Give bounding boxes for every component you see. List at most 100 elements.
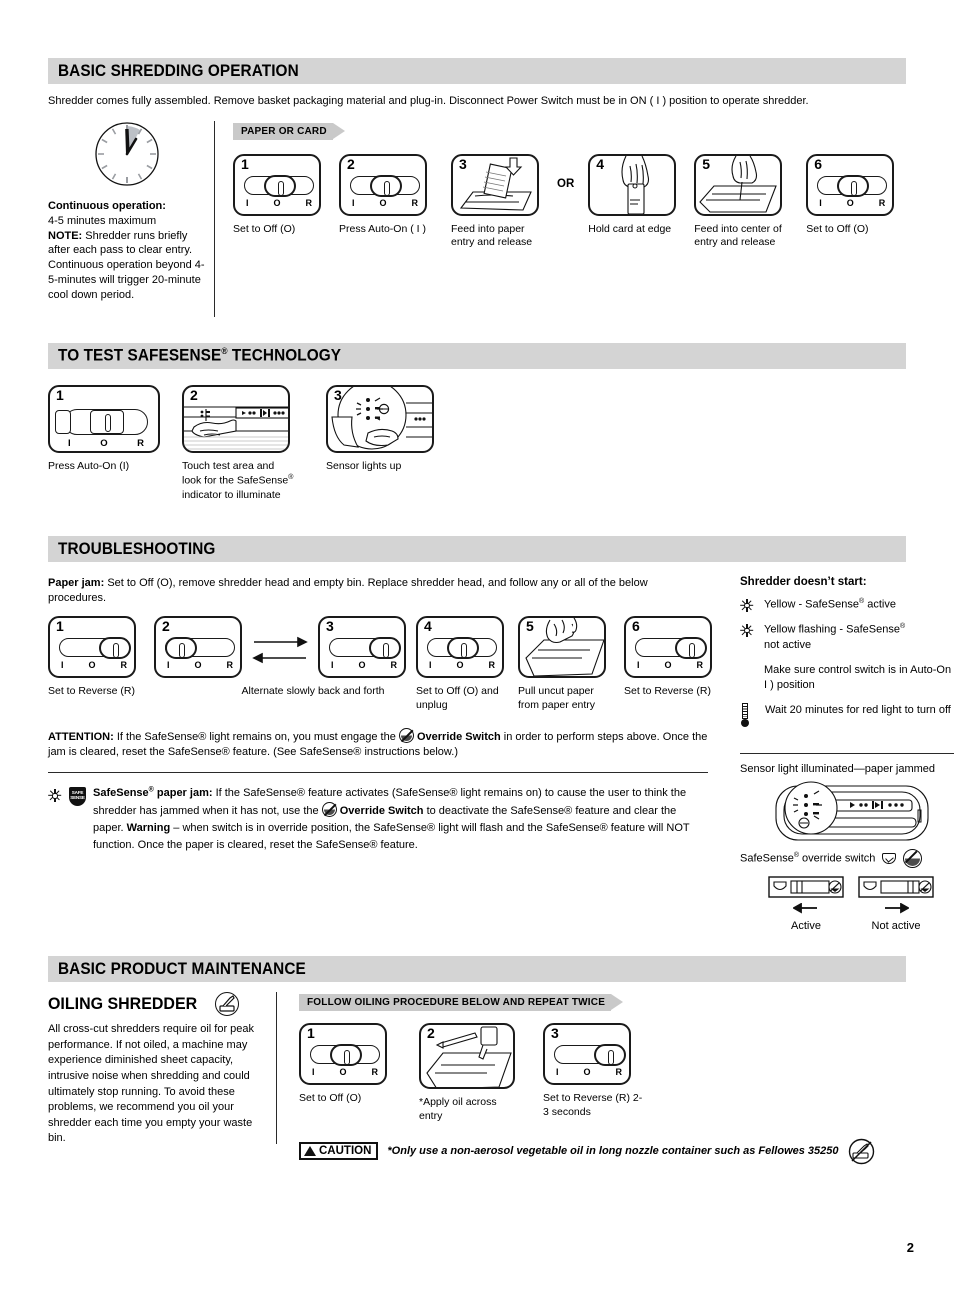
override-active-state: Active [768, 876, 844, 934]
step-number: 4 [424, 617, 432, 634]
step-caption: *Apply oil across entry [419, 1096, 497, 1122]
switch-knob[interactable] [369, 636, 401, 659]
safesense-jam-override: Override Switch [339, 804, 424, 817]
power-switch-graphic[interactable]: 4 I O R [416, 615, 504, 678]
section-title-shredding: BASIC SHREDDING OPERATION [58, 61, 299, 80]
switch-knob[interactable] [330, 1044, 362, 1067]
power-switch-graphic[interactable]: 3 I O R [318, 615, 406, 678]
troubleshooting-step-5: 5 Pull uncut paper from paper entry [518, 615, 614, 712]
step-caption: Press Auto-On (I) [48, 459, 130, 472]
oiling-step-3: 3 I O R Set to Reverse (R) 2-3 seconds [543, 1023, 643, 1123]
switch-knob[interactable] [90, 409, 124, 434]
feed-paper-illustration: 3 [451, 153, 539, 216]
switch-knob[interactable] [837, 174, 870, 197]
switch-labels: I O R [352, 198, 418, 208]
warning-word: Warning [126, 822, 171, 835]
switch-knob[interactable] [675, 636, 707, 659]
power-switch-graphic[interactable]: 1 I O R [233, 153, 321, 216]
shredding-step-1: 1 I O R Set to Off (O) [233, 153, 325, 237]
caution-badge: CAUTION [299, 1142, 379, 1160]
switch-label-r: R [696, 659, 704, 670]
switch-label-i: I [429, 659, 432, 670]
switch-label-r: R [371, 1067, 379, 1078]
continuous-operation-line1: 4-5 minutes maximum [48, 214, 157, 227]
safesense-jam-label: SafeSense® paper jam: [93, 786, 213, 799]
switch-knob[interactable] [594, 1044, 626, 1067]
section-header-safesense-test: TO TEST SAFESENSE® TECHNOLOGY [48, 342, 906, 369]
safesense-shield-outline-icon [882, 853, 897, 865]
step-caption: Set to Off (O) [806, 222, 869, 235]
troubleshooting-step-4: 4 I O R Set to Off (O) and unplug [416, 615, 508, 712]
power-switch-graphic[interactable]: 6 I O R [624, 615, 712, 678]
step-caption: Set to Off (O) [299, 1092, 362, 1105]
switch-label-i: I [819, 197, 822, 208]
switch-label-o: O [846, 197, 854, 208]
switch-track [554, 1044, 626, 1067]
switch-knob[interactable] [264, 174, 296, 197]
step-caption: Set to Off (O) and unplug [416, 684, 499, 711]
switch-knob[interactable] [447, 636, 479, 659]
touch-test-illustration: 2 [182, 384, 290, 453]
switch-label-i: I [556, 1067, 559, 1078]
caution-row: CAUTION *Only use a non-aerosol vegetabl… [299, 1138, 906, 1165]
step-caption: Feed into paper entry and release [451, 222, 533, 249]
power-switch-graphic[interactable]: 3 I O R [543, 1023, 631, 1086]
switch-label-r: R [305, 197, 313, 208]
switch-knob[interactable] [165, 636, 197, 659]
step-number: 2 [162, 617, 170, 634]
switch-label-r: R [411, 197, 419, 208]
switch-labels: I O R [167, 660, 233, 670]
power-switch-graphic[interactable]: 2 I O R [154, 615, 242, 678]
switch-label-i: I [312, 1067, 315, 1078]
safesense-step-3: 3 Sensor lights up [326, 384, 436, 502]
sensor-light-illustration: 3 [326, 384, 434, 453]
switch-knob[interactable] [99, 636, 131, 659]
power-switch-graphic[interactable]: 2 I O R [339, 153, 427, 216]
switch-labels: I O R [61, 660, 127, 670]
switch-track [635, 636, 707, 659]
safesense-step-2: 2 Touch test area and look for the SafeS… [182, 384, 304, 502]
step-caption: Feed into center of entry and release [694, 222, 782, 249]
sensor-panel-caption: Sensor light illuminated—paper jammed [740, 762, 936, 775]
override-switch-label: SafeSense® override switch [740, 852, 876, 865]
shredding-step-5: 5 Feed into center of entry and release [694, 153, 792, 250]
safesense-step-1: 1 I O R Press Auto-On (I) [48, 384, 160, 502]
step-number: 5 [702, 155, 711, 172]
troubleshooting-step-6: 6 I O R Set to Reverse (R) [624, 615, 720, 699]
step-number: 1 [241, 155, 249, 172]
switch-label-r: R [390, 659, 398, 670]
continuous-operation-text: Continuous operation: 4-5 minutes maximu… [48, 199, 206, 303]
oiling-shredder-block: OILING SHREDDER All cross-cut shredders … [48, 992, 266, 1164]
step-number: 5 [526, 617, 534, 634]
note-label: NOTE: [48, 229, 83, 242]
switch-label-o: O [664, 659, 672, 670]
step-caption: Touch test area and look for the SafeSens… [182, 459, 294, 501]
oiling-step-1: 1 I O R Set to Off (O) [299, 1023, 391, 1123]
power-switch-graphic[interactable]: 6 I O R [806, 153, 895, 216]
oiling-procedure-banner: FOLLOW OILING PROCEDURE BELOW AND REPEAT… [299, 994, 624, 1012]
power-switch-graphic[interactable]: 1 I O R [299, 1023, 387, 1086]
step-caption: Set to Reverse (R) [48, 684, 135, 697]
not-active-arrow-icon [858, 901, 934, 919]
shredding-step-3: 3 Feed into paper entry and release [451, 153, 543, 250]
switch-knob-left[interactable] [55, 409, 71, 434]
switch-knob[interactable] [370, 174, 402, 197]
vertical-divider [214, 120, 215, 317]
sensor-machine-illustration [740, 780, 954, 846]
oiling-banner-label: FOLLOW OILING PROCEDURE BELOW AND REPEAT… [307, 997, 606, 1009]
attention-override: Override Switch [416, 731, 501, 744]
troubleshooting-step-3: 3 I O R Alternate slowly back and forth [242, 615, 406, 699]
switch-labels: I O R [637, 660, 703, 670]
switch-track [244, 174, 314, 197]
switch-labels: I O R [819, 198, 885, 208]
caution-label: CAUTION [319, 1145, 372, 1157]
switch-labels: I O R [429, 660, 495, 670]
section-title-maintenance: BASIC PRODUCT MAINTENANCE [58, 959, 306, 978]
step-number: 3 [326, 617, 334, 634]
oiling-step-2: 2 *Apply oil across entry [419, 1023, 515, 1123]
no-aerosol-icon [848, 1138, 875, 1165]
power-switch-graphic[interactable]: 1 I O R [48, 615, 136, 678]
switch-track [329, 636, 401, 659]
power-switch-graphic-wide[interactable]: 1 I O R [48, 384, 160, 453]
troubleshooting-step-1: 1 I O R Set to Reverse (R) [48, 615, 144, 699]
